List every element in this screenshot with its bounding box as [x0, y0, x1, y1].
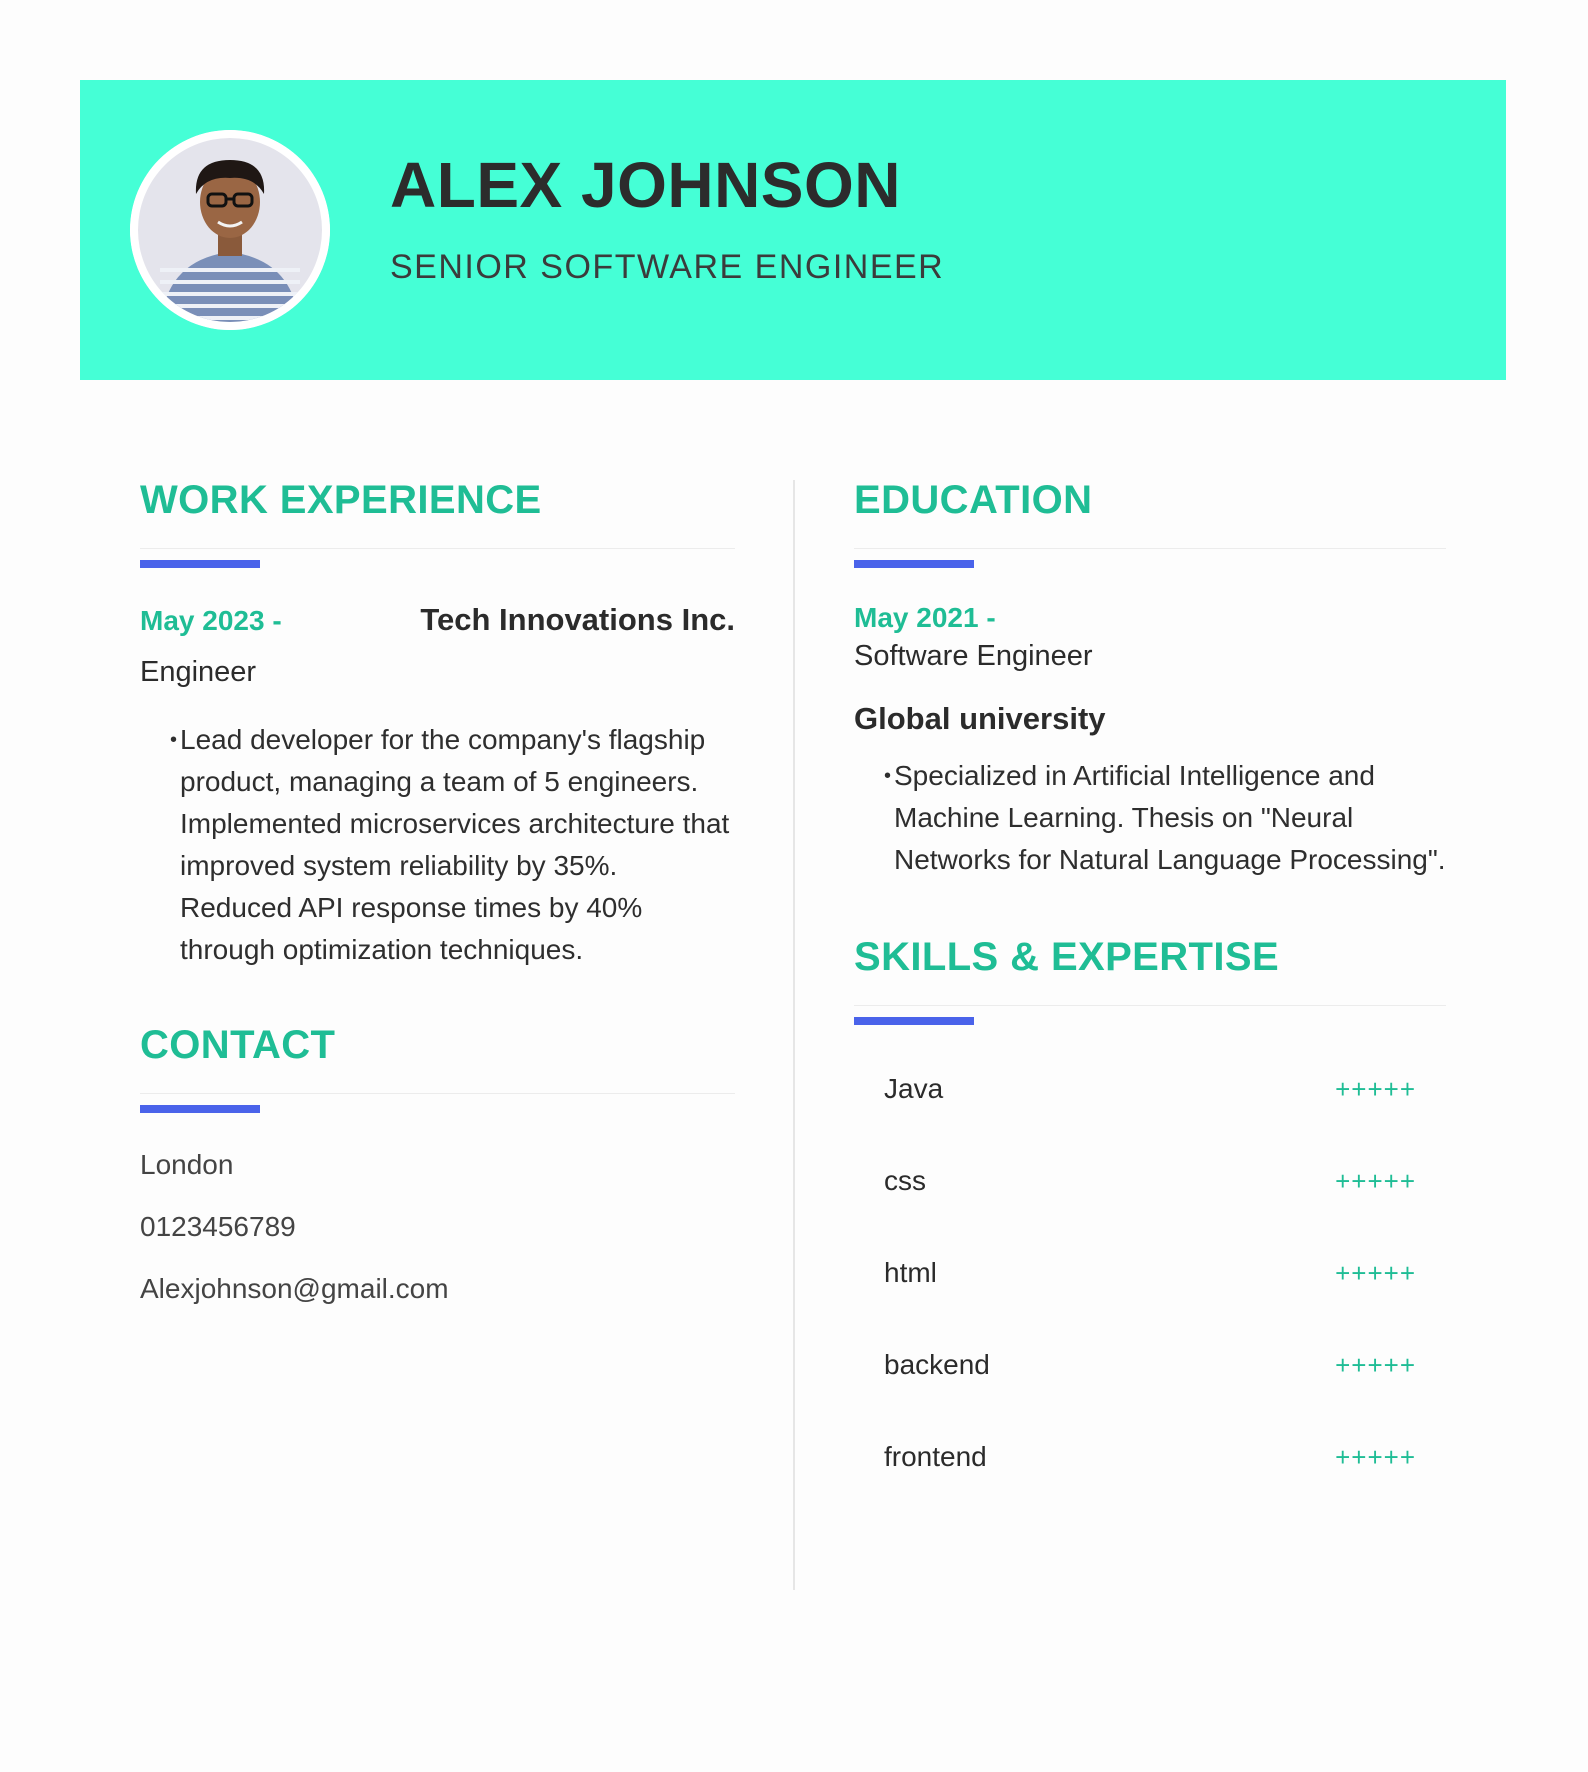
left-column: WORK EXPERIENCE May 2023 - Tech Innovati… — [140, 478, 735, 1331]
section-rule — [140, 548, 735, 549]
section-title: CONTACT — [140, 1023, 336, 1067]
profile-photo — [130, 130, 330, 330]
skill-row: css +++++ — [854, 1135, 1446, 1227]
column-divider — [793, 480, 795, 1590]
candidate-name: ALEX JOHNSON — [390, 149, 901, 221]
bullet-icon: • — [884, 765, 892, 787]
education-section: EDUCATION May 2021 - Software Engineer G… — [854, 478, 1446, 881]
section-accent-bar — [140, 1105, 260, 1113]
skill-rating: +++++ — [1335, 1257, 1416, 1288]
skill-rating: +++++ — [1335, 1441, 1416, 1472]
skills-section: SKILLS & EXPERTISE Java +++++ css +++++ … — [854, 935, 1446, 1503]
avatar-icon — [130, 130, 330, 330]
section-accent-bar — [854, 1017, 974, 1025]
contact-email: Alexjohnson@gmail.com — [140, 1273, 449, 1304]
section-header: WORK EXPERIENCE — [140, 478, 735, 578]
education-date: May 2021 - — [854, 602, 996, 633]
section-header: CONTACT — [140, 1023, 735, 1123]
skills-list: Java +++++ css +++++ html +++++ backend … — [854, 1043, 1446, 1503]
section-rule — [854, 1005, 1446, 1006]
education-description: • Specialized in Artificial Intelligence… — [884, 755, 1446, 881]
work-role: Engineer — [140, 656, 257, 688]
section-rule — [140, 1093, 735, 1094]
contact-section: CONTACT London 0123456789 Alexjohnson@gm… — [140, 1023, 735, 1331]
section-title: SKILLS & EXPERTISE — [854, 935, 1280, 979]
contact-list: London 0123456789 Alexjohnson@gmail.com — [140, 1145, 735, 1331]
contact-phone: 0123456789 — [140, 1211, 296, 1242]
skill-name: frontend — [884, 1441, 987, 1472]
work-company: Tech Innovations Inc. — [420, 602, 735, 637]
education-school: Global university — [854, 701, 1106, 736]
bullet-icon: • — [170, 729, 178, 751]
section-rule — [854, 548, 1446, 549]
skill-row: Java +++++ — [854, 1043, 1446, 1135]
skill-name: html — [884, 1257, 937, 1288]
right-column: EDUCATION May 2021 - Software Engineer G… — [854, 478, 1446, 1503]
section-title: EDUCATION — [854, 478, 1093, 522]
section-header: SKILLS & EXPERTISE — [854, 935, 1446, 1035]
section-accent-bar — [854, 560, 974, 568]
skill-row: frontend +++++ — [854, 1411, 1446, 1503]
work-date: May 2023 - — [140, 605, 282, 636]
section-title: WORK EXPERIENCE — [140, 478, 542, 522]
candidate-title: SENIOR SOFTWARE ENGINEER — [390, 248, 945, 286]
skill-row: backend +++++ — [854, 1319, 1446, 1411]
work-experience-section: WORK EXPERIENCE May 2023 - Tech Innovati… — [140, 478, 735, 971]
section-accent-bar — [140, 560, 260, 568]
skill-rating: +++++ — [1335, 1165, 1416, 1196]
work-entry-header: May 2023 - Tech Innovations Inc. — [140, 602, 735, 638]
education-description-text: Specialized in Artificial Intelligence a… — [894, 760, 1446, 875]
skill-name: backend — [884, 1349, 990, 1380]
section-header: EDUCATION — [854, 478, 1446, 578]
skill-rating: +++++ — [1335, 1349, 1416, 1380]
resume-header: ALEX JOHNSON SENIOR SOFTWARE ENGINEER — [80, 80, 1506, 380]
skill-name: css — [884, 1165, 926, 1196]
work-description: • Lead developer for the company's flags… — [170, 719, 735, 971]
contact-location: London — [140, 1149, 234, 1180]
skill-name: Java — [884, 1073, 944, 1104]
skill-row: html +++++ — [854, 1227, 1446, 1319]
skill-rating: +++++ — [1335, 1073, 1416, 1104]
education-degree: Software Engineer — [854, 640, 1093, 672]
work-description-text: Lead developer for the company's flagshi… — [180, 724, 730, 965]
